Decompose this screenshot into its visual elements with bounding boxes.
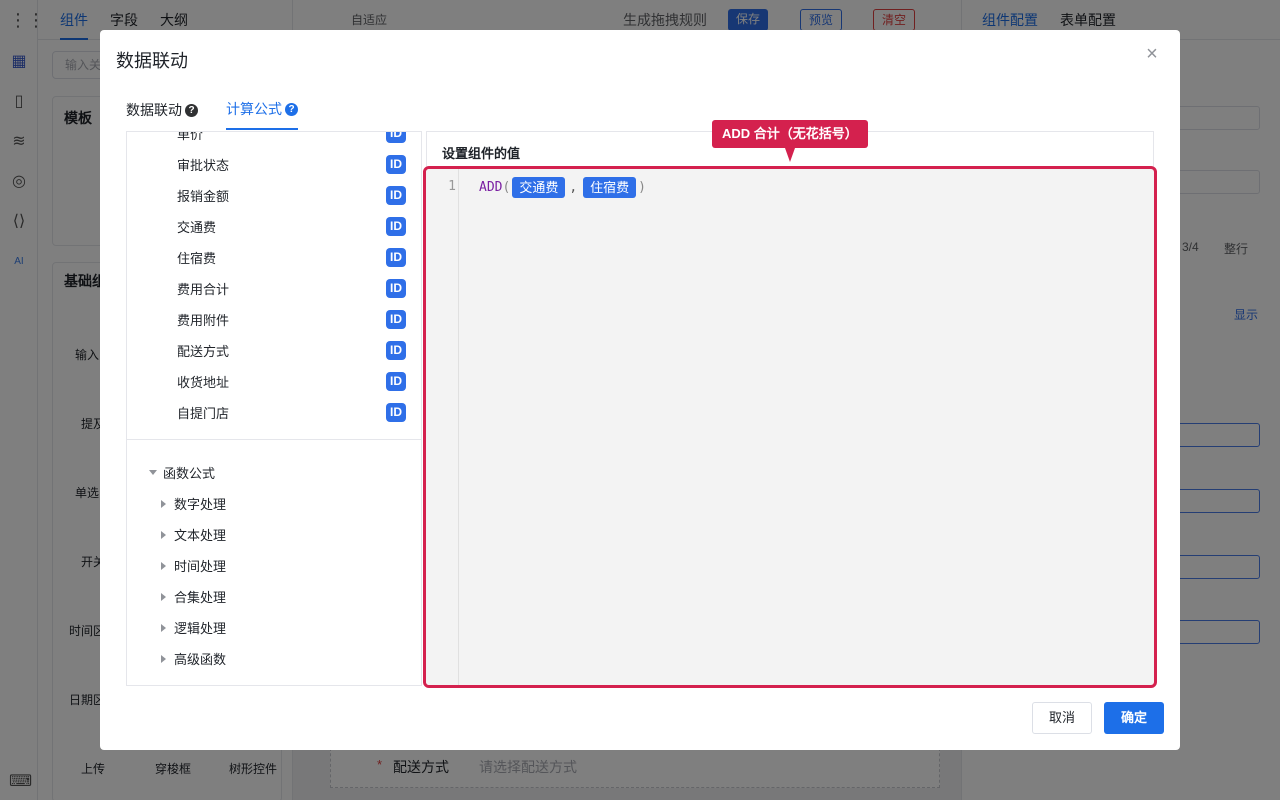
caret-right-icon — [161, 654, 166, 663]
id-badge[interactable]: ID — [386, 217, 406, 236]
line-number: 1 — [448, 179, 456, 194]
field-chip-lodging[interactable]: 住宿费 — [583, 177, 637, 198]
callout-arrow — [785, 148, 795, 162]
function-group-label: 函数公式 — [163, 466, 216, 481]
field-item[interactable]: 费用附件 ID — [127, 304, 421, 335]
cancel-button[interactable]: 取消 — [1032, 702, 1092, 734]
help-icon[interactable]: ? — [185, 103, 198, 117]
function-category-label: 合集处理 — [174, 590, 227, 605]
id-badge[interactable]: ID — [386, 186, 406, 205]
code-line[interactable]: ADD ( 交通费 , 住宿费 ) — [479, 177, 646, 198]
id-badge[interactable]: ID — [386, 372, 406, 391]
id-badge[interactable]: ID — [386, 403, 406, 422]
field-item[interactable]: 单价 ID — [127, 131, 421, 149]
field-label: 费用附件 — [177, 313, 230, 328]
caret-down-icon — [149, 470, 157, 475]
close-icon[interactable]: × — [1140, 42, 1164, 66]
function-category-label: 时间处理 — [174, 559, 227, 574]
field-label: 单价 — [177, 131, 204, 142]
field-item[interactable]: 配送方式 ID — [127, 335, 421, 366]
open-paren: ( — [502, 180, 511, 195]
id-badge[interactable]: ID — [386, 155, 406, 174]
field-label: 自提门店 — [177, 406, 230, 421]
id-badge[interactable]: ID — [386, 248, 406, 267]
field-item[interactable]: 住宿费 ID — [127, 242, 421, 273]
function-category-label: 数字处理 — [174, 497, 227, 512]
help-icon[interactable]: ? — [285, 102, 298, 116]
editor-gutter: 1 — [426, 169, 459, 685]
field-label: 审批状态 — [177, 158, 230, 173]
function-category[interactable]: 时间处理 — [161, 550, 226, 581]
formula-editor[interactable]: 1 ADD ( 交通费 , 住宿费 ) — [423, 166, 1157, 688]
dialog-title: 数据联动 — [116, 51, 188, 71]
id-badge[interactable]: ID — [386, 341, 406, 360]
function-group-toggle[interactable]: 函数公式 — [149, 463, 215, 482]
tab-label: 数据联动 — [126, 102, 182, 118]
field-label: 配送方式 — [177, 344, 230, 359]
caret-right-icon — [161, 530, 166, 539]
field-chip-transport[interactable]: 交通费 — [512, 177, 566, 198]
field-item[interactable]: 自提门店 ID — [127, 397, 421, 428]
caret-right-icon — [161, 561, 166, 570]
field-label: 费用合计 — [177, 282, 230, 297]
function-category[interactable]: 数字处理 — [161, 488, 226, 519]
divider — [127, 439, 421, 440]
comma: , — [569, 180, 578, 195]
tab-formula[interactable]: 计算公式 ? — [226, 100, 298, 130]
close-paren: ) — [638, 180, 646, 195]
function-category[interactable]: 合集处理 — [161, 581, 226, 612]
caret-right-icon — [161, 592, 166, 601]
field-label: 住宿费 — [177, 251, 217, 266]
set-value-label: 设置组件的值 — [442, 146, 521, 161]
function-category-label: 高级函数 — [174, 652, 227, 667]
field-function-panel: 单价 ID 审批状态 ID 报销金额 ID 交通费 ID 住宿费 ID 费用合计 ID 费用… — [126, 131, 422, 686]
caret-right-icon — [161, 623, 166, 632]
field-label: 交通费 — [177, 220, 217, 235]
function-category[interactable]: 高级函数 — [161, 643, 226, 674]
tab-data-linkage[interactable]: 数据联动 ? — [126, 100, 198, 130]
function-category-label: 逻辑处理 — [174, 621, 227, 636]
id-badge[interactable]: ID — [386, 132, 406, 143]
function-name: ADD — [479, 180, 503, 195]
field-item[interactable]: 审批状态 ID — [127, 149, 421, 180]
field-item[interactable]: 报销金额 ID — [127, 180, 421, 211]
id-badge[interactable]: ID — [386, 310, 406, 329]
function-category-label: 文本处理 — [174, 528, 227, 543]
field-label: 报销金额 — [177, 189, 230, 204]
field-list: 单价 ID 审批状态 ID 报销金额 ID 交通费 ID 住宿费 ID 费用合计 ID 费用… — [127, 131, 421, 428]
confirm-button[interactable]: 确定 — [1104, 702, 1164, 734]
annotation-callout: ADD 合计（无花括号） — [712, 120, 868, 148]
field-item[interactable]: 交通费 ID — [127, 211, 421, 242]
field-item[interactable]: 收货地址 ID — [127, 366, 421, 397]
id-badge[interactable]: ID — [386, 279, 406, 298]
caret-right-icon — [161, 499, 166, 508]
dialog-tabs: 数据联动 ? 计算公式 ? — [126, 100, 298, 130]
tab-label: 计算公式 — [226, 101, 282, 117]
function-category[interactable]: 文本处理 — [161, 519, 226, 550]
function-list: 数字处理 文本处理 时间处理 合集处理 逻辑处理 高级函数 — [161, 488, 226, 674]
function-category[interactable]: 逻辑处理 — [161, 612, 226, 643]
field-label: 收货地址 — [177, 375, 230, 390]
data-linkage-dialog: 数据联动 × 数据联动 ? 计算公式 ? 单价 ID 审批状态 ID 报销金额 ID … — [100, 30, 1180, 750]
field-item[interactable]: 费用合计 ID — [127, 273, 421, 304]
